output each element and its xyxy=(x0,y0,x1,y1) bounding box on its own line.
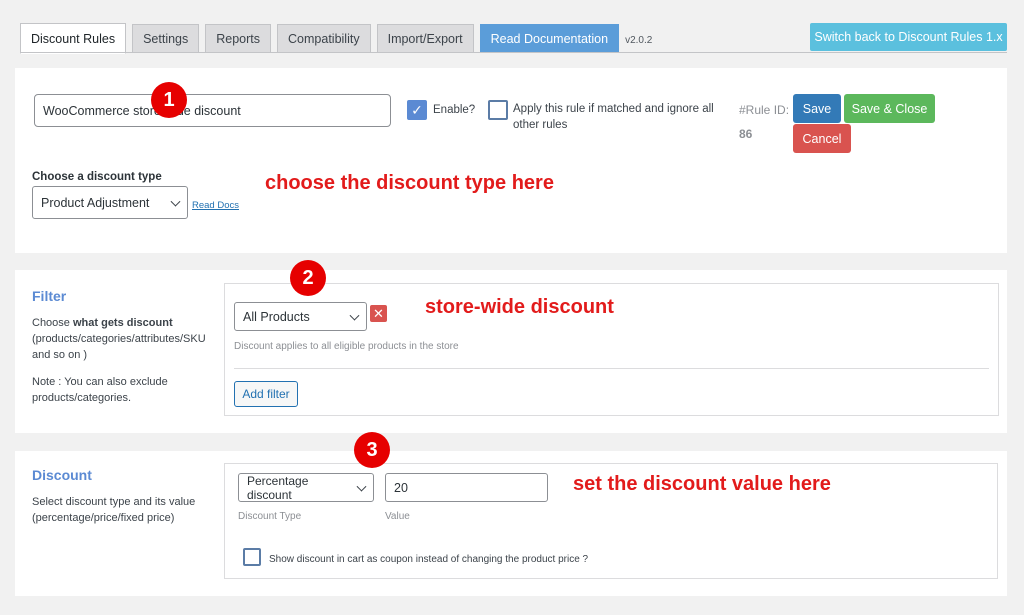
filter-type-value: All Products xyxy=(243,309,310,324)
annotation-discount-value: set the discount value here xyxy=(573,473,831,495)
discount-description: Select discount type and its value (perc… xyxy=(32,496,196,524)
add-filter-button[interactable]: Add filter xyxy=(234,381,298,407)
read-docs-link[interactable]: Read Docs xyxy=(192,200,239,211)
value-sublabel: Value xyxy=(385,511,410,522)
chevron-down-icon xyxy=(349,310,360,321)
step-badge-3: 3 xyxy=(354,432,390,468)
chevron-down-icon xyxy=(170,196,181,207)
checkmark-icon: ✓ xyxy=(411,101,423,118)
discount-type-label: Choose a discount type xyxy=(32,171,162,183)
tab-bar: Discount Rules Settings Reports Compatib… xyxy=(20,23,653,54)
enable-label: Enable? xyxy=(433,104,476,116)
enable-checkbox[interactable]: ✓ xyxy=(407,100,427,120)
close-icon: ✕ xyxy=(373,305,384,321)
discount-type-select[interactable]: Product Adjustment xyxy=(32,186,188,219)
chevron-down-icon xyxy=(356,481,367,492)
rule-id-value: 86 xyxy=(739,127,753,141)
filter-note: Note : You can also exclude products/cat… xyxy=(32,376,168,404)
discount-type-sublabel: Discount Type xyxy=(238,511,302,522)
coupon-checkbox[interactable] xyxy=(243,548,261,566)
switch-version-button[interactable]: Switch back to Discount Rules 1.x xyxy=(810,23,1007,51)
cancel-button[interactable]: Cancel xyxy=(793,124,851,153)
discount-type-value: Product Adjustment xyxy=(41,195,150,210)
annotation-store-wide: store-wide discount xyxy=(425,296,614,318)
panel-divider xyxy=(234,368,989,369)
filter-card: Filter Choose what gets discount (product… xyxy=(15,270,1007,433)
filter-title: Filter xyxy=(32,288,67,304)
filter-type-select[interactable]: All Products xyxy=(234,302,367,331)
step-badge-2: 2 xyxy=(290,260,326,296)
discount-method-select[interactable]: Percentage discount xyxy=(238,473,374,502)
tab-compatibility[interactable]: Compatibility xyxy=(277,24,371,53)
version-label: v2.0.2 xyxy=(625,35,653,46)
step-badge-1: 1 xyxy=(151,82,187,118)
tab-reports[interactable]: Reports xyxy=(205,24,272,53)
save-button[interactable]: Save xyxy=(793,94,841,123)
tab-import-export[interactable]: Import/Export xyxy=(376,24,474,53)
rule-name-input[interactable]: WooCommerce store-wide discount xyxy=(34,94,391,127)
discount-method-value: Percentage discount xyxy=(247,473,309,502)
filter-help-text: Discount applies to all eligible product… xyxy=(234,341,459,352)
rule-id-label: #Rule ID: xyxy=(739,103,790,117)
discount-title: Discount xyxy=(32,467,92,483)
discount-value-input[interactable]: 20 xyxy=(385,473,548,502)
filter-description: Choose what gets discount (products/categ… xyxy=(32,317,206,361)
save-close-button[interactable]: Save & Close xyxy=(844,94,935,123)
tab-settings[interactable]: Settings xyxy=(132,24,200,53)
remove-filter-button[interactable]: ✕ xyxy=(370,305,387,322)
coupon-label: Show discount in cart as coupon instead … xyxy=(269,554,589,565)
apply-exclusive-label: Apply this rule if matched and ignore al… xyxy=(513,103,714,131)
tabs-divider xyxy=(20,52,1007,53)
apply-exclusive-checkbox[interactable] xyxy=(488,100,508,120)
tab-read-documentation[interactable]: Read Documentation xyxy=(479,24,620,53)
tab-discount-rules[interactable]: Discount Rules xyxy=(20,23,127,54)
discount-card: Discount Select discount type and its va… xyxy=(15,451,1007,596)
annotation-discount-type: choose the discount type here xyxy=(265,172,554,194)
